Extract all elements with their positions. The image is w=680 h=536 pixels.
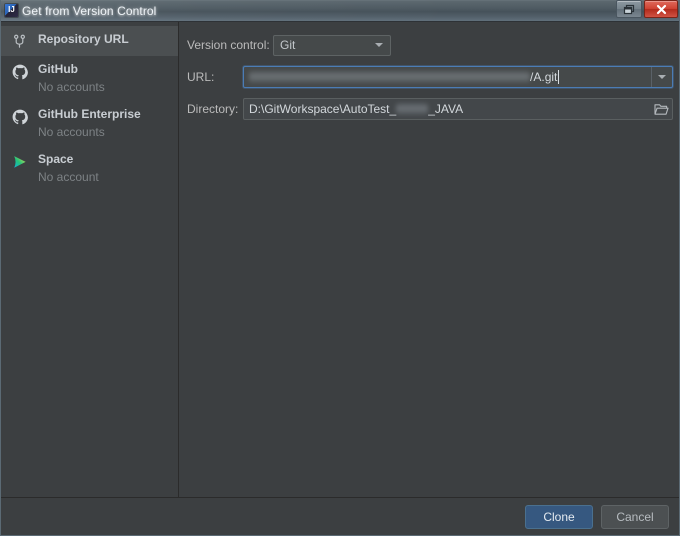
- sidebar-item-label: GitHub: [38, 62, 105, 77]
- url-input-text: https://git.example.com/group/AutoTest_X…: [244, 67, 651, 87]
- chevron-down-icon: [658, 75, 666, 79]
- clone-button[interactable]: Clone: [525, 505, 593, 529]
- url-visible-tail: /A.git: [530, 67, 557, 87]
- sidebar: Repository URL GitHub No accounts: [1, 22, 179, 497]
- sidebar-item-github-enterprise-texts: GitHub Enterprise No accounts: [38, 107, 141, 140]
- version-control-value: Git: [274, 38, 375, 52]
- version-control-select[interactable]: Git: [273, 35, 391, 56]
- github-icon: [11, 63, 28, 80]
- sidebar-item-space-texts: Space No account: [38, 152, 99, 185]
- directory-browse-button[interactable]: [650, 99, 672, 119]
- sidebar-item-label: Space: [38, 152, 99, 167]
- version-control-row: Version control: Git: [187, 34, 673, 56]
- sidebar-item-subtitle: No accounts: [38, 79, 105, 95]
- sidebar-item-space[interactable]: Space No account: [1, 146, 178, 191]
- directory-value-suffix: _JAVA: [428, 99, 463, 119]
- restore-icon: [623, 4, 635, 15]
- url-input[interactable]: https://git.example.com/group/AutoTest_X…: [243, 66, 673, 88]
- dialog-body: Repository URL GitHub No accounts: [1, 22, 679, 497]
- directory-value-prefix: D:\GitWorkspace\AutoTest_: [249, 99, 396, 119]
- sidebar-item-github[interactable]: GitHub No accounts: [1, 56, 178, 101]
- sidebar-item-github-enterprise[interactable]: GitHub Enterprise No accounts: [1, 101, 178, 146]
- sidebar-item-label: Repository URL: [38, 32, 129, 47]
- close-button[interactable]: [644, 0, 678, 18]
- text-caret: [558, 70, 559, 84]
- version-control-label: Version control:: [187, 38, 273, 52]
- directory-row: Directory: D:\GitWorkspace\AutoTest_XXXX…: [187, 98, 673, 120]
- sidebar-item-subtitle: No account: [38, 169, 99, 185]
- sidebar-item-subtitle: No accounts: [38, 124, 141, 140]
- title-bar[interactable]: IJ Get from Version Control: [1, 0, 679, 22]
- directory-label: Directory:: [187, 102, 243, 116]
- jetbrains-space-icon: [11, 153, 28, 170]
- dialog-footer: Clone Cancel: [1, 497, 679, 536]
- intellij-idea-icon: IJ: [5, 4, 18, 17]
- directory-redacted-value: XXXX: [396, 103, 428, 115]
- window-controls: [614, 0, 678, 18]
- url-label: URL:: [187, 70, 243, 84]
- url-redacted-value: https://git.example.com/group/AutoTest_X…: [249, 71, 530, 83]
- sidebar-item-repository-url-texts: Repository URL: [38, 32, 129, 47]
- folder-icon: [654, 103, 669, 116]
- sidebar-item-repository-url[interactable]: Repository URL: [1, 26, 178, 56]
- sidebar-item-label: GitHub Enterprise: [38, 107, 141, 122]
- dialog-window: IJ Get from Version Control: [0, 0, 680, 536]
- directory-input-text: D:\GitWorkspace\AutoTest_XXXX_JAVA: [244, 99, 650, 119]
- chevron-down-icon: [375, 43, 383, 47]
- git-branch-icon: [11, 33, 28, 50]
- restore-button[interactable]: [616, 0, 642, 18]
- close-icon: [655, 4, 668, 15]
- url-row: URL: https://git.example.com/group/AutoT…: [187, 66, 673, 88]
- url-history-dropdown-button[interactable]: [651, 67, 672, 87]
- window-title: Get from Version Control: [22, 4, 156, 18]
- content-pane: Version control: Git URL: https://git.ex…: [179, 22, 679, 497]
- sidebar-item-github-texts: GitHub No accounts: [38, 62, 105, 95]
- github-icon: [11, 108, 28, 125]
- intellij-idea-icon-glyph: IJ: [8, 6, 15, 14]
- cancel-button[interactable]: Cancel: [601, 505, 669, 529]
- directory-input[interactable]: D:\GitWorkspace\AutoTest_XXXX_JAVA: [243, 98, 673, 120]
